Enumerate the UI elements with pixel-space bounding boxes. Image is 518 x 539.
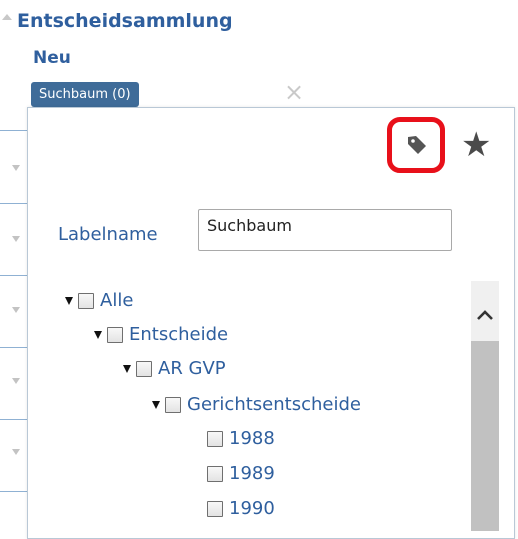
star-icon[interactable]: ★ bbox=[461, 128, 491, 162]
close-icon[interactable]: × bbox=[284, 80, 304, 104]
tree-node-ar-gvp[interactable]: AR GVP bbox=[123, 356, 226, 382]
labelname-label: Labelname bbox=[58, 224, 158, 245]
tree-checkbox[interactable] bbox=[107, 327, 123, 343]
chevron-down-icon[interactable] bbox=[12, 307, 20, 313]
tree-node-gerichtsentscheide[interactable]: Gerichtsentscheide bbox=[152, 392, 361, 418]
tag-icon bbox=[408, 136, 426, 154]
tree-node-label[interactable]: 1988 bbox=[229, 427, 275, 451]
tree-node-1990[interactable]: 1990 bbox=[207, 496, 275, 522]
expand-arrow-icon[interactable] bbox=[65, 297, 73, 305]
tree-node-1989[interactable]: 1989 bbox=[207, 461, 275, 487]
tree-node-label[interactable]: 1989 bbox=[229, 462, 275, 486]
chevron-down-icon[interactable] bbox=[12, 165, 20, 171]
label-button[interactable] bbox=[387, 117, 445, 173]
expand-arrow-icon[interactable] bbox=[123, 365, 131, 373]
new-link[interactable]: Neu bbox=[33, 47, 71, 69]
tree-node-label[interactable]: Entscheide bbox=[129, 323, 228, 347]
tree-node-label[interactable]: Alle bbox=[100, 289, 133, 313]
tree-node-alle[interactable]: Alle bbox=[65, 288, 133, 314]
section-title: Entscheidsammlung bbox=[17, 10, 233, 32]
tree-checkbox[interactable] bbox=[136, 361, 152, 377]
scroll-up-button[interactable] bbox=[471, 281, 499, 341]
chevron-up-icon bbox=[477, 310, 493, 320]
tree-checkbox[interactable] bbox=[207, 501, 223, 517]
tree-node-label[interactable]: Gerichtsentscheide bbox=[187, 393, 361, 417]
labelname-input[interactable] bbox=[198, 209, 452, 251]
tree-node-entscheide[interactable]: Entscheide bbox=[94, 322, 228, 348]
tree-node-1988[interactable]: 1988 bbox=[207, 426, 275, 452]
scrollbar-thumb[interactable] bbox=[471, 341, 499, 531]
chevron-down-icon[interactable] bbox=[12, 378, 20, 384]
chevron-down-icon[interactable] bbox=[12, 236, 20, 242]
chevron-down-icon[interactable] bbox=[12, 449, 20, 455]
collapse-arrow-icon[interactable] bbox=[2, 14, 12, 20]
tree-checkbox[interactable] bbox=[207, 431, 223, 447]
tree-checkbox[interactable] bbox=[165, 397, 181, 413]
tree-node-label[interactable]: 1990 bbox=[229, 497, 275, 521]
expand-arrow-icon[interactable] bbox=[152, 401, 160, 409]
tree-checkbox[interactable] bbox=[207, 466, 223, 482]
tree-node-label[interactable]: AR GVP bbox=[158, 357, 226, 381]
expand-arrow-icon[interactable] bbox=[94, 331, 102, 339]
tree-checkbox[interactable] bbox=[78, 293, 94, 309]
tag-chip[interactable]: Suchbaum (0) bbox=[31, 82, 139, 107]
